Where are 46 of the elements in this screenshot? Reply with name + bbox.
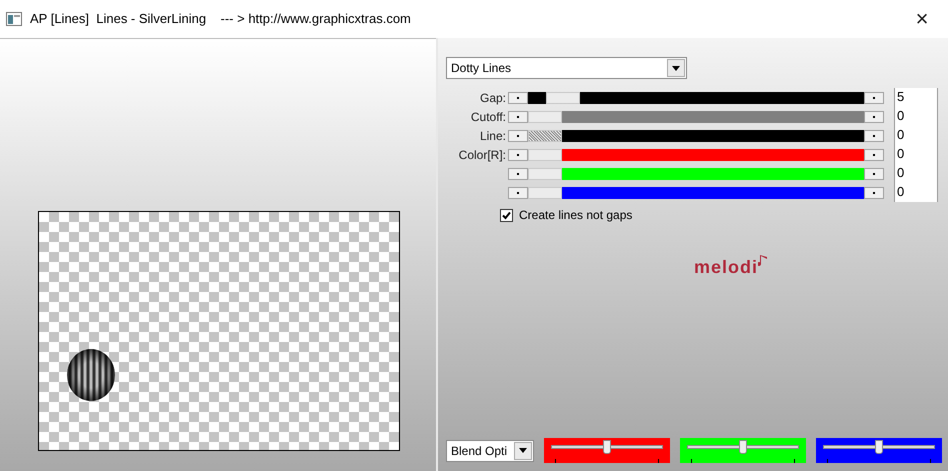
slider-thumb[interactable] — [546, 92, 580, 104]
scroll-right-button[interactable] — [864, 110, 884, 122]
checkbox-label: Create lines not gaps — [519, 207, 632, 224]
scroll-left-button[interactable] — [508, 186, 528, 198]
value-field[interactable]: 0 — [894, 107, 938, 126]
slider-thumb[interactable] — [875, 440, 883, 454]
slider-thumb[interactable] — [528, 186, 562, 198]
scroll-right-button[interactable] — [864, 168, 884, 180]
mode-dropdown[interactable]: Dotty Lines — [446, 57, 687, 79]
window-title: AP [Lines] Lines - SilverLining --- > http://www.graphicxtras.com — [30, 10, 411, 28]
scroll-right-button[interactable] — [864, 130, 884, 142]
slider-thumb[interactable] — [603, 440, 611, 454]
blend-slider[interactable] — [544, 438, 670, 463]
music-note-icon — [758, 254, 770, 268]
caret-icon — [672, 66, 680, 70]
slider-thumb[interactable] — [739, 440, 747, 454]
slider-label: Color[R]: — [458, 148, 506, 162]
slider-thumb[interactable] — [528, 130, 562, 142]
slider-label: Gap: — [480, 90, 506, 104]
scroll-left-button[interactable] — [508, 92, 528, 104]
slider-thumb[interactable] — [528, 148, 562, 160]
logo-text: melodi — [694, 256, 758, 279]
scroll-left-button[interactable] — [508, 130, 528, 142]
value-field[interactable]: 0 — [894, 164, 938, 183]
value-field[interactable]: 5 — [894, 88, 938, 107]
slider-label: Line: — [480, 128, 506, 142]
scroll-right-button[interactable] — [864, 148, 884, 160]
value-field[interactable]: 0 — [894, 126, 938, 145]
value-field[interactable]: 0 — [894, 183, 938, 202]
close-button[interactable]: × — [906, 8, 938, 30]
scroll-right-button[interactable] — [864, 186, 884, 198]
sphere-drawing — [67, 349, 115, 401]
slider-thumb[interactable] — [528, 110, 562, 122]
blend-slider[interactable] — [680, 438, 806, 463]
value-field[interactable]: 0 — [894, 145, 938, 164]
scroll-left-button[interactable] — [508, 110, 528, 122]
scroll-left-button[interactable] — [508, 148, 528, 160]
scroll-right-button[interactable] — [864, 92, 884, 104]
blend-dropdown[interactable]: Blend Opti — [446, 440, 534, 462]
caret-icon — [519, 448, 527, 453]
slider-thumb[interactable] — [528, 168, 562, 180]
scroll-left-button[interactable] — [508, 168, 528, 180]
blend-slider[interactable] — [816, 438, 942, 463]
app-icon — [6, 12, 22, 26]
slider-label: Cutoff: — [470, 110, 506, 124]
checkbox[interactable] — [500, 208, 513, 222]
